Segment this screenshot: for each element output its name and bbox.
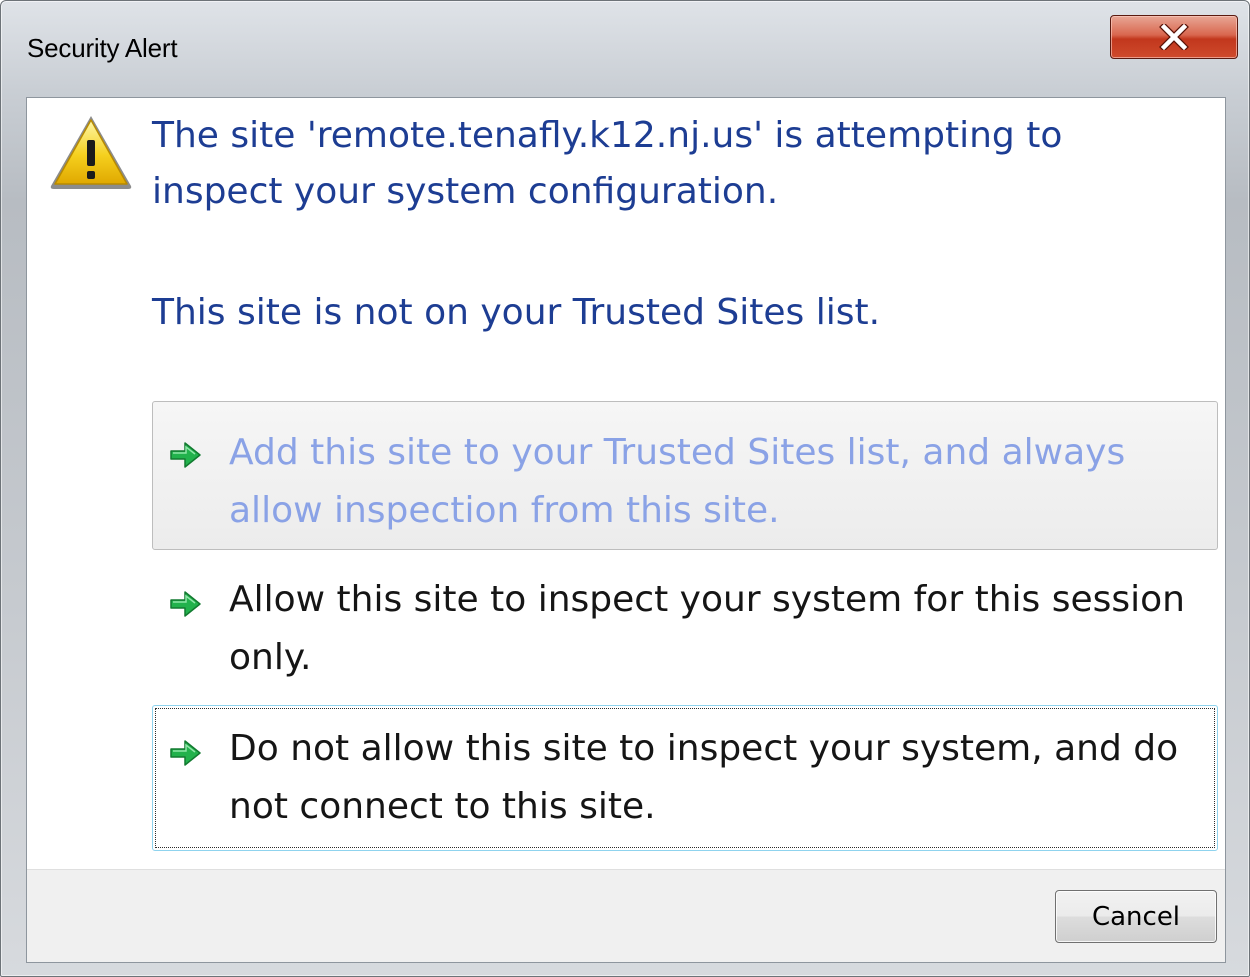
green-arrow-icon bbox=[169, 589, 203, 623]
command-label: Add this site to your Trusted Sites list… bbox=[229, 432, 1126, 531]
cancel-button[interactable]: Cancel bbox=[1055, 890, 1217, 943]
green-arrow-icon bbox=[169, 738, 203, 772]
command-link-allow-session[interactable]: Allow this site to inspect your system f… bbox=[152, 560, 1218, 698]
secondary-text: This site is not on your Trusted Sites l… bbox=[152, 292, 881, 333]
command-label: Do not allow this site to inspect your s… bbox=[229, 728, 1179, 827]
command-link-add-trusted[interactable]: Add this site to your Trusted Sites list… bbox=[152, 401, 1218, 550]
title-bar[interactable]: Security Alert bbox=[1, 1, 1249, 97]
command-link-do-not-allow[interactable]: Do not allow this site to inspect your s… bbox=[152, 705, 1218, 851]
close-button[interactable] bbox=[1110, 15, 1238, 59]
close-icon bbox=[1159, 24, 1189, 50]
green-arrow-icon bbox=[169, 440, 203, 474]
dialog-title: Security Alert bbox=[27, 33, 178, 63]
command-label: Allow this site to inspect your system f… bbox=[229, 579, 1185, 678]
warning-triangle-icon bbox=[47, 112, 135, 196]
button-footer: Cancel bbox=[27, 869, 1225, 962]
security-alert-dialog: Security Alert The site 'remote.tenafly.… bbox=[0, 0, 1250, 977]
dialog-content: The site 'remote.tenafly.k12.nj.us' is a… bbox=[26, 97, 1226, 963]
main-instruction: The site 'remote.tenafly.k12.nj.us' is a… bbox=[152, 115, 1063, 212]
